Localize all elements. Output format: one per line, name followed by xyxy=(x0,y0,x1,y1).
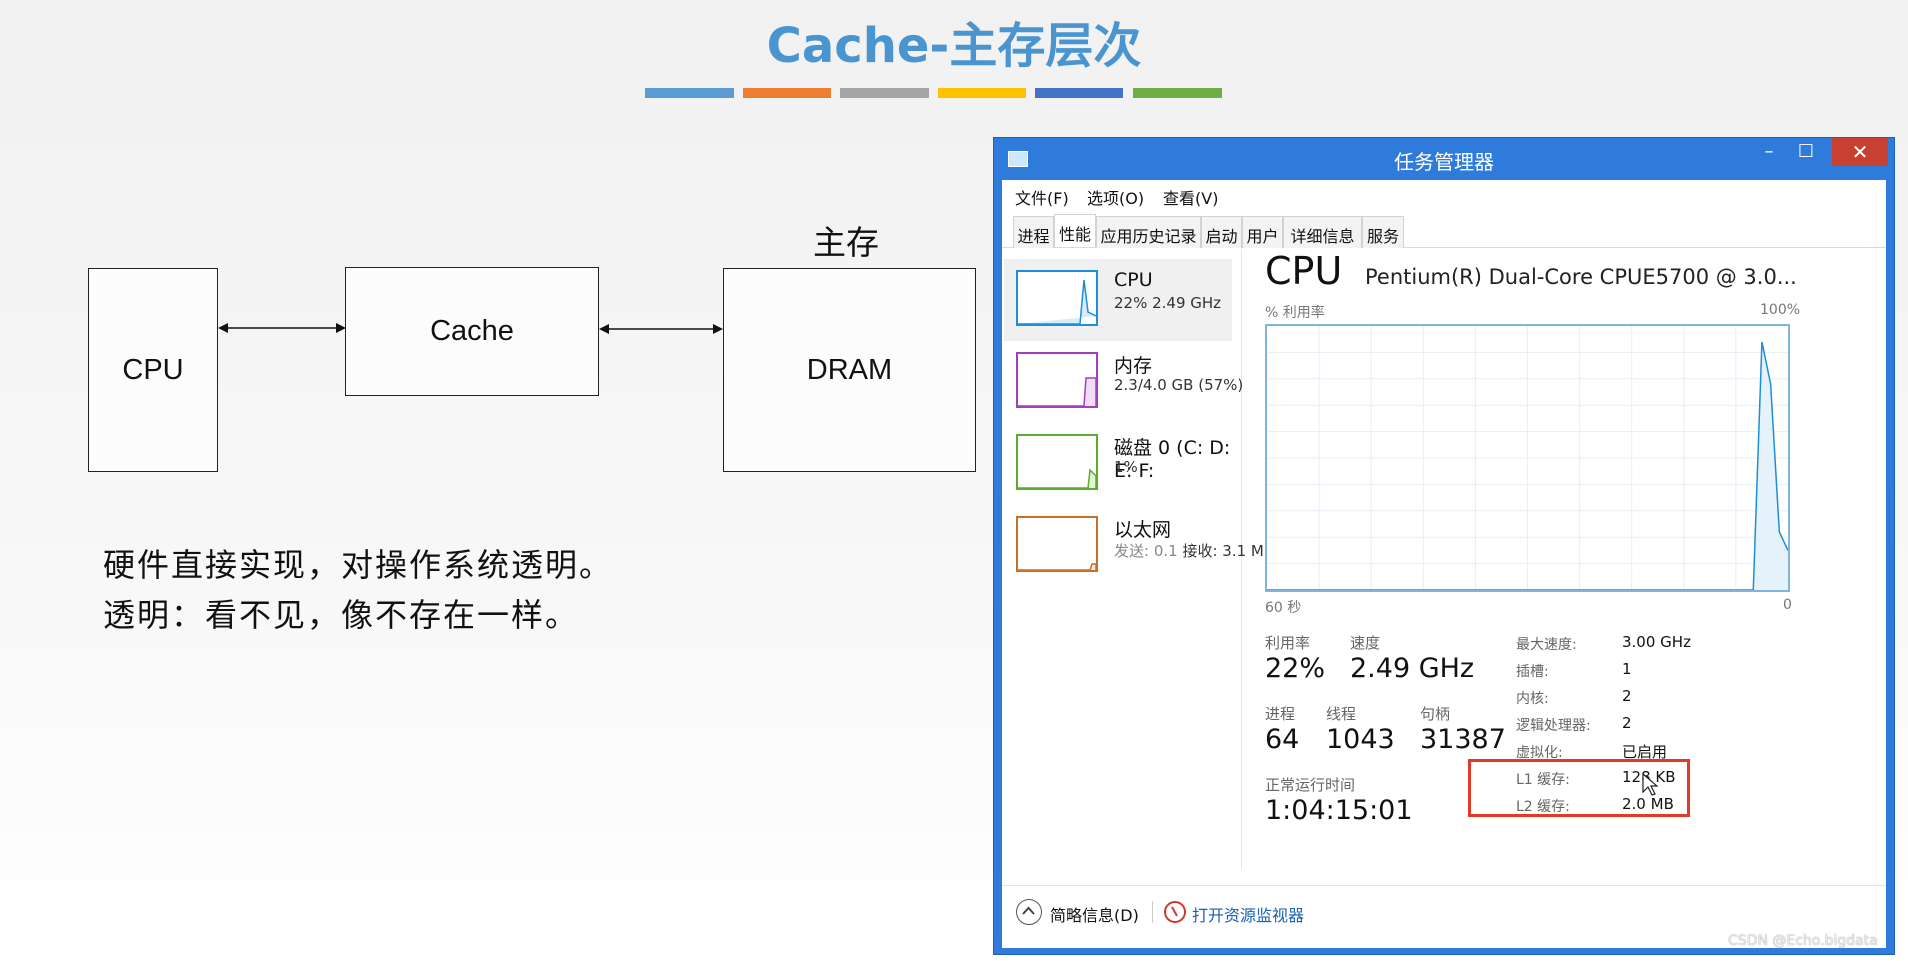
resource-name: 以太网 xyxy=(1114,519,1172,541)
menu-view[interactable]: 查看(V) xyxy=(1163,185,1218,209)
uptime-label: 正常运行时间 xyxy=(1265,776,1356,794)
cpu-usage-graph xyxy=(1265,324,1790,592)
tab-users[interactable]: 用户 xyxy=(1242,216,1283,248)
detail-title: CPU xyxy=(1265,249,1343,293)
task-manager-window: 任务管理器 – ☐ ✕ 文件(F) 选项(O) 查看(V) 进程 性能 应用历史… xyxy=(993,137,1895,955)
menu-bar: 文件(F) 选项(O) 查看(V) xyxy=(1002,180,1886,210)
resource-monitor-icon[interactable] xyxy=(1164,901,1186,923)
spec-label-max-speed: 最大速度: xyxy=(1516,637,1577,653)
slide-title: Cache-主存层次 xyxy=(766,18,1142,74)
speed-value: 2.49 GHz xyxy=(1350,653,1475,684)
disk-mini-graph xyxy=(1016,434,1098,490)
spec-label-logical: 逻辑处理器: xyxy=(1516,718,1591,734)
tab-bar: 进程 性能 应用历史记录 启动 用户 详细信息 服务 xyxy=(1002,210,1886,248)
threads-label: 线程 xyxy=(1326,705,1357,723)
menu-options[interactable]: 选项(O) xyxy=(1087,185,1144,209)
menu-file[interactable]: 文件(F) xyxy=(1015,185,1069,209)
spec-label-cores: 内核: xyxy=(1516,691,1549,707)
resource-detail: 1% xyxy=(1114,458,1138,476)
title-bar-2 xyxy=(743,88,831,98)
processes-label: 进程 xyxy=(1265,705,1296,723)
tab-details[interactable]: 详细信息 xyxy=(1283,216,1362,248)
footer-divider xyxy=(1002,885,1886,886)
dram-box: DRAM xyxy=(723,268,976,472)
speed-label: 速度 xyxy=(1350,634,1381,652)
ethernet-receive: 接收: 3.1 Mb xyxy=(1182,542,1274,560)
resource-detail: 22% 2.49 GHz xyxy=(1114,294,1222,312)
tab-processes[interactable]: 进程 xyxy=(1013,216,1054,248)
watermark: CSDN @Echo.bigdata xyxy=(1728,933,1878,949)
tab-startup[interactable]: 启动 xyxy=(1201,216,1242,248)
utilization-value: 22% xyxy=(1265,653,1326,684)
ethernet-send: 发送: 0.1 xyxy=(1114,542,1178,560)
utilization-label: 利用率 xyxy=(1265,634,1311,652)
cpu-model: Pentium(R) Dual-Core CPUE5700 @ 3.0... xyxy=(1365,265,1797,289)
processes-value: 64 xyxy=(1265,724,1300,755)
cache-box: Cache xyxy=(345,267,599,396)
resource-item-ethernet[interactable]: 以太网 发送: 0.1 接收: 3.1 Mb xyxy=(1004,505,1273,587)
spec-label-sockets: 插槽: xyxy=(1516,664,1549,680)
title-bar-1 xyxy=(645,88,734,98)
chevron-up-icon[interactable] xyxy=(1016,899,1042,925)
spec-value-max-speed: 3.00 GHz xyxy=(1622,633,1691,651)
main-memory-label: 主存 xyxy=(813,223,879,262)
slide-text-line1: 硬件直接实现，对操作系统透明。 xyxy=(103,546,614,584)
spec-value-sockets: 1 xyxy=(1622,660,1632,678)
max-axis-label: 100% xyxy=(1760,302,1801,318)
resource-name: CPU xyxy=(1114,269,1153,291)
fewer-details-link[interactable]: 简略信息(D) xyxy=(1050,902,1139,926)
tab-app-history[interactable]: 应用历史记录 xyxy=(1096,216,1201,248)
resource-item-disk[interactable]: 磁盘 0 (C: D: E: F: 1% xyxy=(1004,423,1232,505)
window-client: 文件(F) 选项(O) 查看(V) 进程 性能 应用历史记录 启动 用户 详细信… xyxy=(1002,180,1886,948)
cpu-usage-graph-svg xyxy=(1267,326,1788,590)
uptime-value: 1:04:15:01 xyxy=(1265,795,1413,826)
minimize-button[interactable]: – xyxy=(1752,138,1786,166)
dram-box-label: DRAM xyxy=(806,353,893,386)
title-bar-6 xyxy=(1133,88,1222,98)
resource-detail: 2.3/4.0 GB (57%) xyxy=(1114,376,1244,394)
spec-value-logical: 2 xyxy=(1622,714,1632,732)
time-axis-label: 60 秒 xyxy=(1265,600,1302,616)
zero-axis-label: 0 xyxy=(1783,597,1792,613)
tab-services[interactable]: 服务 xyxy=(1362,216,1404,248)
util-axis-label: % 利用率 xyxy=(1265,305,1325,321)
cpu-box-label: CPU xyxy=(122,353,184,386)
resource-detail: 发送: 0.1 接收: 3.1 Mb xyxy=(1114,540,1273,561)
title-bar-3 xyxy=(840,88,929,98)
cpu-cache-arrow xyxy=(218,323,346,333)
handles-value: 31387 xyxy=(1420,724,1506,755)
close-button[interactable]: ✕ xyxy=(1832,138,1888,166)
title-bar[interactable]: 任务管理器 – ☐ ✕ xyxy=(994,138,1894,178)
cache-dram-arrow xyxy=(599,324,723,334)
resource-item-cpu[interactable]: CPU 22% 2.49 GHz xyxy=(1004,259,1232,341)
spec-value-cores: 2 xyxy=(1622,687,1632,705)
ethernet-mini-graph xyxy=(1016,516,1098,572)
maximize-button[interactable]: ☐ xyxy=(1789,138,1823,166)
open-resource-monitor-link[interactable]: 打开资源监视器 xyxy=(1192,902,1304,926)
resource-item-memory[interactable]: 内存 2.3/4.0 GB (57%) xyxy=(1004,341,1243,423)
resource-list: CPU 22% 2.49 GHz 内存 2.3/4.0 GB (57%) 磁盘 … xyxy=(1002,249,1273,869)
cache-highlight-box xyxy=(1468,759,1690,817)
cpu-mini-graph xyxy=(1016,270,1098,326)
handles-label: 句柄 xyxy=(1420,705,1451,723)
slide-text-line2: 透明：看不见，像不存在一样。 xyxy=(103,596,580,634)
footer-separator xyxy=(1152,901,1153,923)
memory-mini-graph xyxy=(1016,352,1098,408)
threads-value: 1043 xyxy=(1326,724,1395,755)
cpu-box: CPU xyxy=(88,268,218,472)
title-bar-4 xyxy=(938,88,1026,98)
resource-name: 内存 xyxy=(1114,355,1153,377)
title-bar-5 xyxy=(1035,88,1123,98)
cache-box-label: Cache xyxy=(430,315,514,347)
tab-performance[interactable]: 性能 xyxy=(1054,214,1096,247)
